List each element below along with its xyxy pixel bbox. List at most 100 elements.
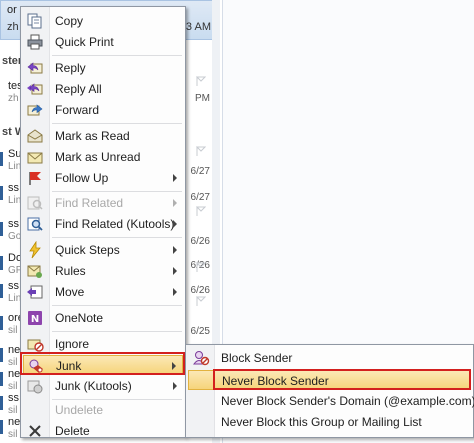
row-date: 6/26: [190, 236, 210, 247]
unread-bar: [0, 284, 3, 298]
submenu-arrow-icon: [173, 174, 177, 182]
row-subject: ss: [8, 182, 19, 194]
menu-separator: [52, 331, 182, 332]
svg-text:N: N: [31, 314, 39, 325]
envelope-open-icon: [27, 129, 43, 143]
menu-item-label: Forward: [55, 103, 100, 117]
submenu-item-label: Never Block this Group or Mailing List: [221, 415, 422, 429]
unread-bar: [0, 420, 3, 434]
row-date: 6/27: [190, 166, 210, 177]
menu-item-label: Delete: [55, 424, 90, 438]
submenu-item-block-sender[interactable]: Block Sender: [188, 348, 471, 368]
menu-item-label: Junk (Kutools): [55, 379, 132, 393]
row-subject: ne: [8, 344, 21, 356]
menu-item-find-related[interactable]: Find Related: [23, 193, 183, 213]
menu-item-rules[interactable]: Rules: [23, 261, 183, 281]
menu-item-onenote[interactable]: N OneNote: [23, 308, 183, 328]
flag-icon[interactable]: [196, 296, 206, 306]
selected-row-line2: zh: [7, 21, 19, 33]
menu-item-label: Reply: [55, 61, 86, 75]
row-subject: ss: [8, 392, 19, 404]
flag-icon[interactable]: [196, 262, 206, 272]
flag-icon[interactable]: [196, 76, 206, 86]
reply-icon: [27, 62, 43, 74]
menu-item-label: Undelete: [55, 403, 104, 417]
menu-item-junk-kutools[interactable]: Junk (Kutools): [23, 376, 183, 396]
menu-item-quick-steps[interactable]: Quick Steps: [23, 240, 183, 260]
menu-item-undelete[interactable]: Undelete: [23, 400, 183, 420]
menu-item-label: Mark as Read: [55, 129, 130, 143]
menu-item-label: Rules: [55, 264, 86, 278]
menu-item-mark-as-read[interactable]: Mark as Read: [23, 126, 183, 146]
row-sender: sil: [8, 357, 18, 368]
menu-separator: [52, 237, 182, 238]
row-subject: ss: [8, 218, 19, 230]
menu-separator: [52, 55, 182, 56]
flag-icon: [29, 172, 41, 185]
menu-item-reply[interactable]: Reply: [23, 58, 183, 78]
submenu-arrow-icon: [173, 220, 177, 228]
unread-bar: [0, 152, 3, 166]
unread-bar: [0, 396, 3, 410]
flag-icon[interactable]: [196, 146, 206, 156]
selected-row-time: 3 AM: [185, 21, 211, 33]
menu-item-find-related-kutools[interactable]: Find Related (Kutools): [23, 214, 183, 234]
row-subject: ne: [8, 416, 21, 428]
menu-item-follow-up[interactable]: Follow Up: [23, 168, 183, 188]
reply-all-icon: [27, 83, 43, 95]
submenu-item-label: Never Block Sender's Domain (@example.co…: [221, 394, 474, 408]
unread-bar: [0, 186, 3, 200]
submenu-arrow-icon: [173, 199, 177, 207]
menu-item-copy[interactable]: Copy: [23, 11, 183, 31]
menu-item-reply-all[interactable]: Reply All: [23, 79, 183, 99]
menu-item-label: Find Related: [55, 196, 124, 210]
find-related-kutools-icon: [27, 217, 43, 231]
menu-item-ignore[interactable]: Ignore: [23, 334, 183, 354]
unread-bar: [0, 372, 3, 386]
menu-item-quick-print[interactable]: Quick Print: [23, 32, 183, 52]
submenu-item-never-block-domain[interactable]: Never Block Sender's Domain (@example.co…: [188, 391, 474, 411]
menu-item-label: Follow Up: [55, 171, 109, 185]
menu-item-label: Copy: [55, 14, 84, 28]
delete-icon: [29, 425, 41, 437]
menu-item-label: Quick Steps: [55, 243, 120, 257]
find-related-icon: [27, 196, 43, 210]
submenu-arrow-icon: [173, 288, 177, 296]
unread-bar: [0, 348, 3, 362]
menu-item-move[interactable]: Move: [23, 282, 183, 302]
annotation-box-never-block-sender: [213, 369, 471, 390]
block-sender-icon: [193, 351, 210, 366]
rules-icon: [27, 265, 42, 278]
menu-item-label: Move: [55, 285, 85, 299]
menu-separator: [52, 123, 182, 124]
menu-item-label: Quick Print: [55, 35, 114, 49]
junk-kutools-icon: [27, 380, 43, 394]
row-date: 6/25: [190, 326, 210, 337]
row-sender: sil: [8, 325, 18, 336]
row-sender: sil: [8, 429, 18, 440]
row-date: 6/26: [190, 285, 210, 296]
row-sender: sil: [8, 381, 18, 392]
row-date: PM: [195, 93, 210, 104]
submenu-arrow-icon: [173, 267, 177, 275]
move-icon: [27, 285, 43, 299]
submenu-item-never-block-group[interactable]: Never Block this Group or Mailing List: [188, 412, 471, 432]
menu-separator: [52, 191, 182, 192]
flag-icon[interactable]: [196, 206, 206, 216]
print-icon: [27, 34, 43, 50]
menu-item-delete[interactable]: Delete: [23, 421, 183, 441]
envelope-closed-icon: [27, 152, 43, 164]
menu-item-forward[interactable]: Forward: [23, 100, 183, 120]
menu-item-label: Ignore: [55, 337, 90, 351]
ignore-icon: [27, 339, 44, 352]
copy-icon: [27, 13, 42, 29]
menu-item-mark-as-unread[interactable]: Mark as Unread: [23, 147, 183, 167]
forward-icon: [27, 104, 43, 116]
menu-item-label: Reply All: [55, 82, 102, 96]
unread-bar: [0, 316, 3, 330]
junk-submenu: Block Sender Never Block Sender Never Bl…: [185, 344, 474, 438]
unread-bar: [0, 222, 3, 236]
submenu-arrow-icon: [173, 246, 177, 254]
selected-row-line1: or: [7, 4, 17, 16]
annotation-box-junk: [20, 352, 185, 375]
